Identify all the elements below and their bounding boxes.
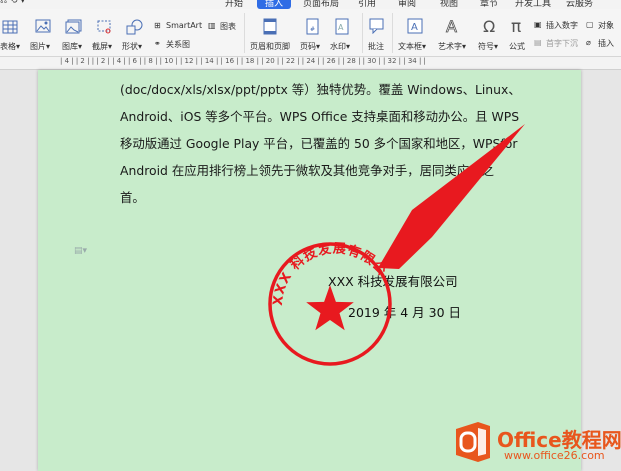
shapes-button[interactable]: 形状▾ [122,41,142,52]
first-drop-icon: ▤ [534,38,542,47]
header-footer-icon [263,18,277,35]
omega-icon: Ω [483,17,495,35]
header-footer-button[interactable]: 页眉和页脚 [250,41,290,52]
comment-icon [369,18,384,34]
ribbon-separator [392,13,393,53]
document-page[interactable]: (doc/docx/xls/xlsx/ppt/pptx 等）独特优势。覆盖 Wi… [38,70,581,471]
svg-text:A: A [338,23,344,32]
tab-chapter[interactable]: 章节 [480,0,498,9]
body-line: 首。 [120,190,145,205]
svg-text:A: A [411,22,418,33]
tab-home[interactable]: 开始 [225,0,243,9]
body-line: Android、iOS 等多个平台。WPS Office 支持桌面和移动办公。且… [120,109,520,124]
document-date: 2019 年 4 月 30 日 [348,305,462,320]
wordart-button[interactable]: 艺术字▾ [438,41,466,52]
textbox-icon: A [407,18,423,34]
textbox-button[interactable]: 文本框▾ [398,41,426,52]
tab-insert[interactable]: 插入 [257,0,292,9]
svg-text:#: # [310,26,315,33]
ribbon-insert: 表格▾ 图片▾ 图库▾ 截屏▾ 形状▾ ⊞ SmartArt ⚭ 关系图 ▥ 图… [0,9,621,57]
chart-button[interactable]: 图表 [220,21,236,32]
quick-access-icons[interactable]: ⎌ ⟲ ▾ [0,0,25,6]
body-line: Android 在应用排行榜上领先于微软及其他竞争对手，居同类应用之 [120,163,494,178]
watermark-icon: A [335,18,349,35]
insert-number-button[interactable]: 插入数字 [546,20,578,31]
chart-icon: ▥ [208,21,216,30]
tab-cloud[interactable]: 云服务 [566,0,593,9]
body-line: (doc/docx/xls/xlsx/ppt/pptx 等）独特优势。覆盖 Wi… [120,82,521,97]
horizontal-ruler[interactable]: | 4 | | 2 | | | 2 | | 4 | | 6 | | 8 | | … [0,57,621,70]
gallery-button[interactable]: 图库▾ [62,41,82,52]
svg-text:A: A [446,17,457,35]
office-logo-icon [456,422,490,462]
tab-developer[interactable]: 开发工具 [515,0,551,9]
tab-references[interactable]: 引用 [358,0,376,9]
comment-button[interactable]: 批注 [368,41,384,52]
table-button[interactable]: 表格▾ [0,41,20,52]
smartart-icon: ⊞ [154,21,161,30]
menu-tabs: ⎌ ⟲ ▾ 开始 插入 页面布局 引用 审阅 视图 章节 开发工具 云服务 [0,0,621,9]
logo-url-text: www.office26.com [504,449,605,462]
company-name: XXX 科技发展有限公司 [328,274,458,289]
document-body[interactable]: (doc/docx/xls/xlsx/ppt/pptx 等）独特优势。覆盖 Wi… [120,76,521,211]
ruler-marks: | 4 | | 2 | | | 2 | | 4 | | 6 | | 8 | | … [60,57,426,65]
body-line: 移动版通过 Google Play 平台，已覆盖的 50 多个国家和地区，WPS… [120,136,518,151]
site-logo: Office教程网 www.office26.com [452,420,621,466]
wordart-icon: A [446,17,458,35]
pi-icon: π [511,17,521,35]
tab-view[interactable]: 视图 [440,0,458,9]
shapes-icon [126,19,143,35]
table-icon [2,20,18,34]
svg-text:π: π [511,17,521,35]
picture-icon [35,19,51,33]
picture-button[interactable]: 图片▾ [30,41,50,52]
screenshot-button[interactable]: 截屏▾ [92,41,112,52]
page-number-button[interactable]: 页码▾ [300,41,320,52]
object-button[interactable]: 对象 [598,20,614,31]
insert-number-icon: ▣ [534,20,542,29]
watermark-button[interactable]: 水印▾ [330,41,350,52]
relation-button[interactable]: 关系图 [166,39,190,50]
paragraph-layout-icon[interactable]: ▤▾ [74,246,87,256]
smartart-button[interactable]: SmartArt [166,21,202,30]
insert-attach-button[interactable]: 插入 [598,38,614,49]
ribbon-separator [244,13,245,53]
scissors-icon [97,20,111,34]
tab-page-layout[interactable]: 页面布局 [303,0,339,9]
object-icon: ▢ [586,20,594,29]
svg-text:Ω: Ω [483,17,495,35]
relation-icon: ⚭ [154,39,161,48]
gallery-icon [65,19,82,34]
tab-review[interactable]: 审阅 [398,0,416,9]
ribbon-separator [362,13,363,53]
formula-button[interactable]: 公式 [509,41,525,52]
page-number-icon: # [306,18,319,35]
attach-icon: ⌀ [586,38,591,47]
symbol-button[interactable]: 符号▾ [478,41,498,52]
first-drop-button[interactable]: 首字下沉 [546,38,578,49]
